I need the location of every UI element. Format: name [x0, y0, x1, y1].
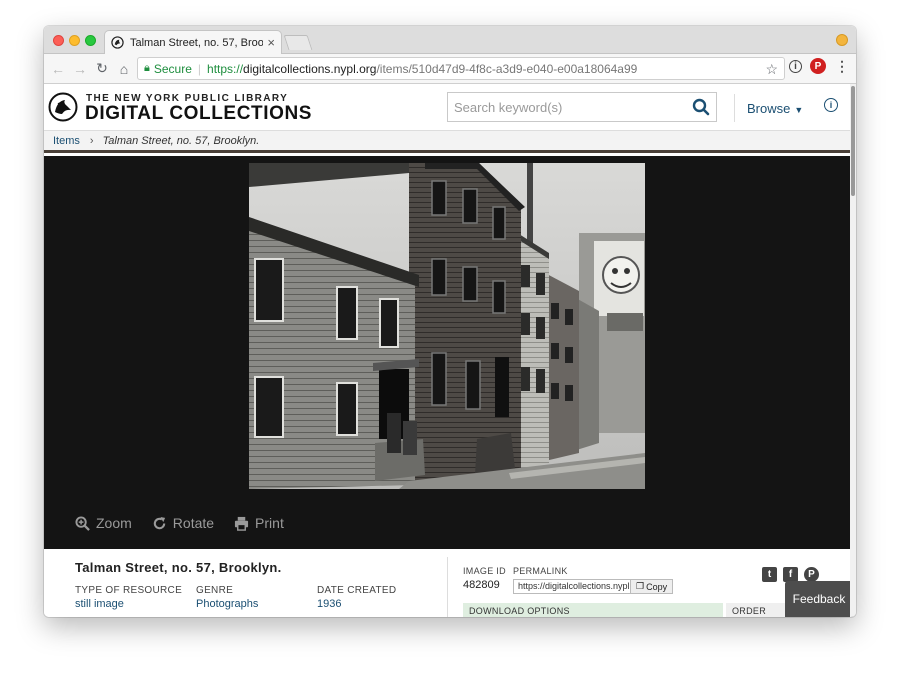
social-share: t f P	[762, 567, 819, 582]
search-box	[447, 92, 717, 122]
search-input[interactable]	[454, 99, 686, 115]
twitter-icon[interactable]: t	[762, 567, 777, 582]
permalink-label: PERMALINK	[513, 566, 568, 576]
item-title: Talman Street, no. 57, Brooklyn.	[75, 560, 282, 575]
maximize-window-button[interactable]	[85, 35, 96, 46]
search-icon	[692, 98, 710, 116]
field-label: GENRE	[196, 585, 234, 596]
page-scrollbar[interactable]	[850, 84, 856, 617]
browser-tab-active[interactable]: Talman Street, no. 57, Brooklyn. ×	[104, 30, 282, 54]
browse-label: Browse	[747, 101, 791, 116]
browse-menu-button[interactable]: Browse ▼	[747, 101, 803, 116]
tab-strip: Talman Street, no. 57, Brooklyn. ×	[44, 26, 856, 54]
date-created-link[interactable]: 1936	[317, 598, 396, 610]
field-label: TYPE OF RESOURCE	[75, 585, 183, 596]
field-label: DATE CREATED	[317, 585, 397, 596]
header-divider	[734, 94, 735, 122]
breadcrumb-items-link[interactable]: Items	[53, 135, 80, 147]
brand-digital-collections[interactable]: DIGITAL COLLECTIONS	[85, 103, 312, 125]
extension-face-icon[interactable]	[836, 34, 848, 46]
field-date-created: DATE CREATED 1936	[317, 585, 396, 610]
order-header[interactable]: ORDER	[726, 603, 786, 617]
copy-label: Copy	[646, 581, 668, 592]
metadata-divider	[447, 557, 448, 617]
print-label: Print	[255, 515, 284, 531]
breadcrumb-current: Talman Street, no. 57, Brooklyn.	[102, 134, 260, 147]
printer-icon	[234, 516, 249, 531]
feedback-button[interactable]: Feedback	[785, 581, 853, 617]
back-arrow-icon[interactable]: ←	[47, 58, 69, 80]
nypl-lion-logo-icon[interactable]	[48, 92, 78, 122]
image-id-label: IMAGE ID	[463, 566, 506, 576]
download-options-header[interactable]: DOWNLOAD OPTIONS	[463, 603, 723, 617]
close-window-button[interactable]	[53, 35, 64, 46]
facebook-icon[interactable]: f	[783, 567, 798, 582]
secure-label: Secure	[153, 61, 192, 76]
nypl-lion-favicon-icon	[111, 36, 124, 49]
info-extension-icon[interactable]: i	[789, 59, 802, 73]
image-viewer: Zoom Rotate Print	[44, 156, 850, 549]
image-id-value: 482809	[463, 579, 500, 591]
street-photograph[interactable]	[249, 163, 645, 489]
url-path: /items/510d47d9-4f8c-a3d9-e040-e00a18064…	[376, 61, 638, 76]
rotate-icon	[153, 516, 166, 529]
url-protocol: https://	[207, 61, 244, 76]
permalink-row: https://digitalcollections.nypl.org/item…	[513, 579, 674, 594]
image-id-block: IMAGE ID 482809	[463, 566, 506, 591]
zoom-label: Zoom	[96, 515, 132, 531]
reload-icon[interactable]: ↻	[91, 58, 113, 80]
lock-icon: 🔒︎	[144, 62, 150, 74]
field-genre: GENRE Photographs	[196, 585, 258, 610]
rotate-button[interactable]: Rotate	[152, 515, 214, 531]
toolbar-extensions: i P ⋮	[789, 58, 850, 74]
omnibox-separator: |	[197, 61, 202, 76]
pinterest-extension-icon[interactable]: P	[810, 58, 826, 74]
type-of-resource-link[interactable]: still image	[75, 598, 182, 610]
genre-link[interactable]: Photographs	[196, 598, 258, 610]
permalink-block: PERMALINK https://digitalcollections.nyp…	[513, 566, 674, 594]
viewer-toolbar: Zoom Rotate Print	[75, 515, 284, 531]
zoom-icon	[75, 515, 90, 531]
tab-title: Talman Street, no. 57, Brooklyn.	[130, 36, 264, 49]
browser-window: Talman Street, no. 57, Brooklyn. × ← → ↻…	[44, 26, 856, 617]
breadcrumb: Items › Talman Street, no. 57, Brooklyn.	[44, 131, 850, 153]
new-tab-button[interactable]	[283, 35, 313, 50]
rotate-label: Rotate	[172, 515, 215, 531]
home-icon[interactable]: ⌂	[113, 58, 135, 80]
search-button[interactable]	[686, 93, 716, 121]
url-host: digitalcollections.nypl.org	[243, 61, 377, 76]
chevron-down-icon: ▼	[794, 105, 804, 115]
chevron-right-icon: ›	[89, 134, 94, 147]
zoom-button[interactable]: Zoom	[75, 515, 132, 531]
scrollbar-thumb[interactable]	[851, 86, 855, 196]
pinterest-icon[interactable]: P	[804, 567, 819, 582]
permalink-field[interactable]: https://digitalcollections.nypl.org/item…	[513, 579, 631, 594]
site-header: THE NEW YORK PUBLIC LIBRARY DIGITAL COLL…	[44, 84, 850, 131]
copy-icon: ❐	[636, 581, 645, 591]
item-metadata: Talman Street, no. 57, Brooklyn. TYPE OF…	[44, 549, 850, 617]
minimize-window-button[interactable]	[69, 35, 80, 46]
browser-menu-icon[interactable]: ⋮	[834, 58, 850, 74]
browser-toolbar: ← → ↻ ⌂ 🔒︎ Secure | https:// digitalcoll…	[44, 54, 856, 84]
forward-arrow-icon[interactable]: →	[69, 58, 91, 80]
address-bar[interactable]: 🔒︎ Secure | https:// digitalcollections.…	[137, 57, 785, 80]
print-button[interactable]: Print	[234, 515, 284, 531]
bookmark-star-icon[interactable]: ☆	[765, 61, 778, 78]
tab-close-icon[interactable]: ×	[267, 36, 275, 49]
field-type-of-resource: TYPE OF RESOURCE still image	[75, 585, 182, 610]
info-icon[interactable]: i	[824, 98, 838, 112]
copy-button[interactable]: ❐ Copy	[631, 579, 674, 594]
